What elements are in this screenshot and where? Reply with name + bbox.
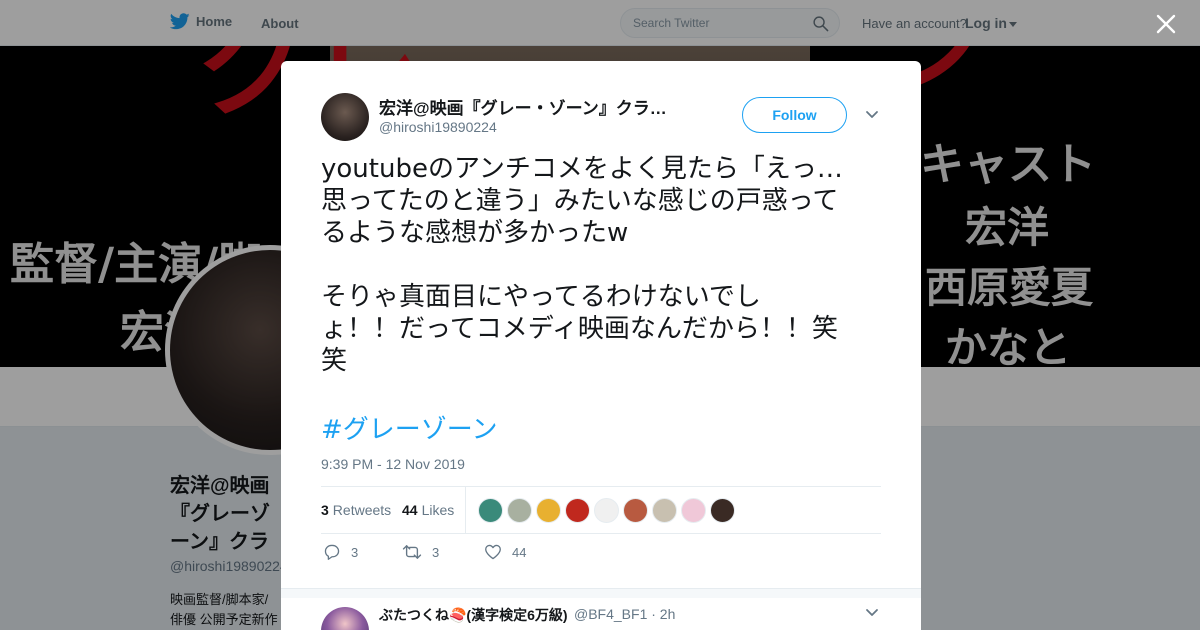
liker-avatar[interactable] xyxy=(565,498,590,523)
liker-avatar[interactable] xyxy=(710,498,735,523)
reply-author-name[interactable]: ぶたつくね🍣(漢字検定6万級) xyxy=(379,605,568,625)
author-avatar[interactable] xyxy=(321,93,369,141)
heart-icon xyxy=(485,544,501,560)
close-icon[interactable] xyxy=(1154,12,1178,36)
liker-avatar[interactable] xyxy=(536,498,561,523)
chevron-down-icon[interactable] xyxy=(865,608,879,618)
likes-count: 44 xyxy=(402,502,418,518)
reply-icon xyxy=(324,544,340,560)
reply-time[interactable]: · 2h xyxy=(651,606,675,622)
tweet-text: youtubeのアンチコメをよく見たら「えっ… 思ってたのと違う」みたいな感じの… xyxy=(321,154,843,376)
retweet-action[interactable]: 3 xyxy=(402,544,439,560)
reply-action[interactable]: 3 xyxy=(323,544,358,560)
like-action[interactable]: 44 xyxy=(484,544,526,560)
tweet-modal: 宏洋@映画『グレー・ゾーン』クラ… @hiroshi19890224 Follo… xyxy=(281,61,921,630)
replies-separator xyxy=(281,588,921,598)
chevron-down-icon[interactable] xyxy=(865,110,879,120)
likes-label: Likes xyxy=(421,502,455,518)
retweets-stat[interactable]: 3 Retweets xyxy=(321,502,391,518)
liker-avatar[interactable] xyxy=(623,498,648,523)
liker-avatar[interactable] xyxy=(652,498,677,523)
tweet-hashtag-link[interactable]: #グレーゾーン xyxy=(321,409,498,446)
tweet-actions: 3 3 44 xyxy=(321,544,881,568)
author-name[interactable]: 宏洋@映画『グレー・ゾーン』クラ… xyxy=(379,94,699,119)
like-count: 44 xyxy=(512,544,527,560)
reply-author-handle[interactable]: @BF4_BF1 · 2h xyxy=(574,606,675,622)
tweet-stats: 3 Retweets 44 Likes xyxy=(321,486,881,534)
liker-avatar[interactable] xyxy=(681,498,706,523)
reply-handle-text: @BF4_BF1 xyxy=(574,606,648,622)
retweets-count: 3 xyxy=(321,502,329,518)
liker-avatar[interactable] xyxy=(507,498,532,523)
stats-divider xyxy=(465,487,466,533)
liker-avatar[interactable] xyxy=(478,498,503,523)
retweets-label: Retweets xyxy=(332,502,392,518)
reply-count: 3 xyxy=(351,544,359,560)
retweet-count: 3 xyxy=(432,544,440,560)
liker-avatar[interactable] xyxy=(594,498,619,523)
author-handle[interactable]: @hiroshi19890224 xyxy=(379,119,497,135)
tweet-timestamp[interactable]: 9:39 PM - 12 Nov 2019 xyxy=(321,456,465,472)
follow-button[interactable]: Follow xyxy=(742,97,847,133)
reply-author-avatar[interactable] xyxy=(321,607,369,630)
retweet-icon xyxy=(402,545,422,559)
likes-stat[interactable]: 44 Likes xyxy=(402,502,454,518)
likers-avatars xyxy=(478,498,739,523)
